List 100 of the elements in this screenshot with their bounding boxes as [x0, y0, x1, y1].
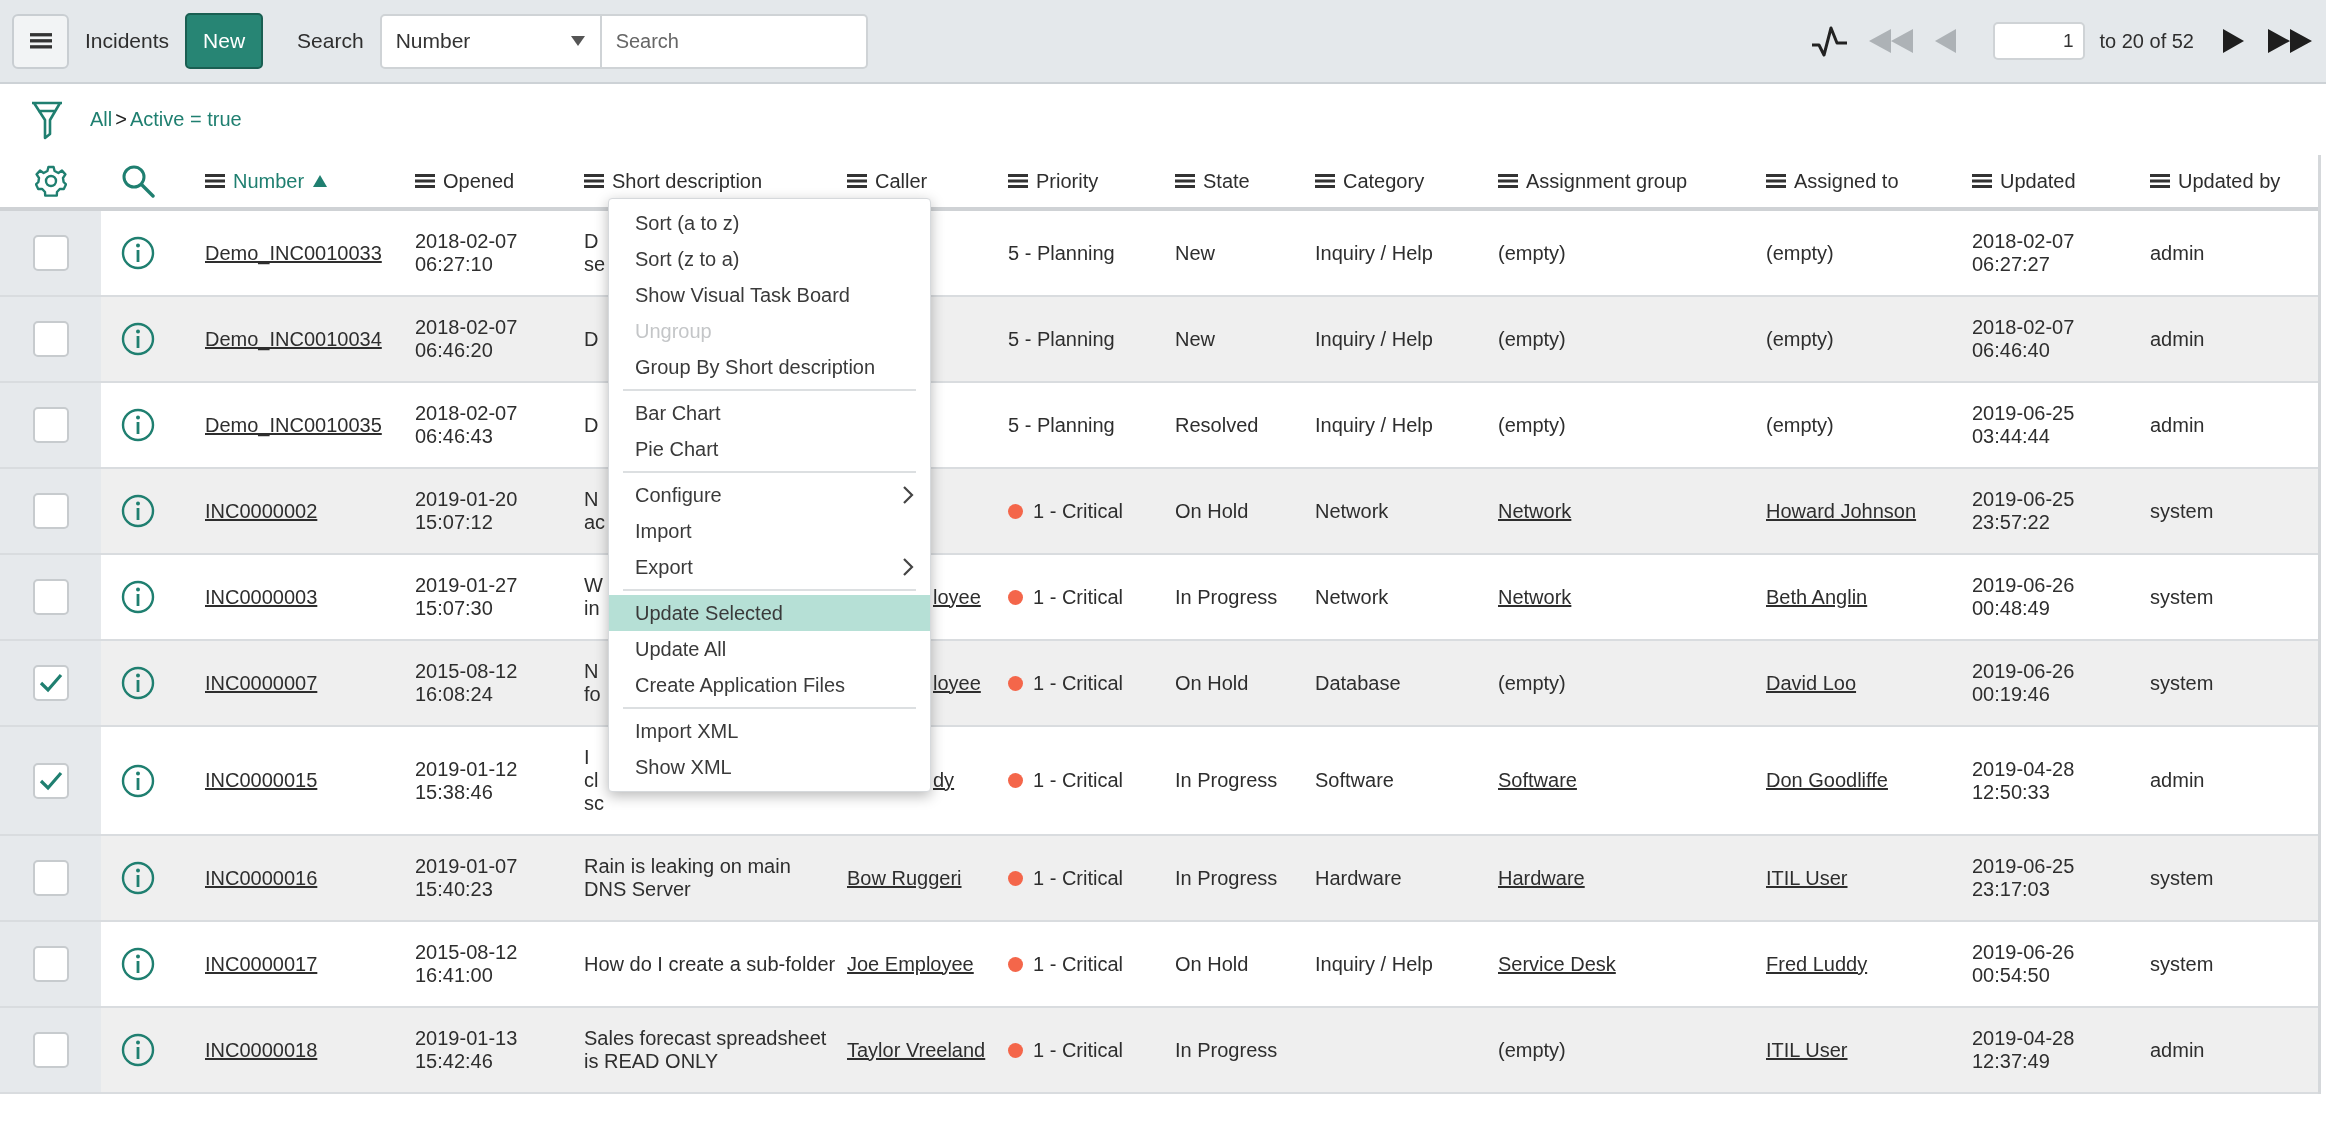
- column-menu-icon[interactable]: [1972, 173, 1992, 189]
- next-page-button[interactable]: [2222, 28, 2244, 54]
- menu-item[interactable]: Sort (a to z): [609, 205, 930, 241]
- caller-link[interactable]: Taylor Vreeland: [847, 1038, 986, 1061]
- menu-item[interactable]: Show XML: [609, 749, 930, 785]
- column-header[interactable]: Assignment group: [1498, 169, 1688, 193]
- row-checkbox[interactable]: [32, 860, 69, 896]
- caller-link[interactable]: loyee: [933, 585, 981, 608]
- menu-item[interactable]: Export: [609, 549, 930, 585]
- date-cell: 2019-06-26 00:19:46: [1972, 660, 2075, 705]
- row-checkbox[interactable]: [32, 235, 69, 271]
- info-icon[interactable]: [121, 763, 155, 798]
- page-field[interactable]: 1: [1993, 22, 2086, 60]
- column-menu-icon[interactable]: [205, 173, 225, 189]
- record-link[interactable]: INC0000007: [205, 671, 318, 694]
- column-menu-icon[interactable]: [2150, 173, 2170, 189]
- row-checkbox[interactable]: [32, 407, 69, 443]
- row-checkbox[interactable]: [32, 493, 69, 529]
- column-menu-icon[interactable]: [847, 173, 867, 189]
- caller-link[interactable]: dy: [933, 769, 955, 791]
- column-header[interactable]: Caller: [847, 169, 928, 193]
- menu-item[interactable]: Sort (z to a): [609, 241, 930, 277]
- column-menu-icon[interactable]: [584, 173, 604, 189]
- column-header[interactable]: Updated: [1972, 169, 2076, 193]
- column-header[interactable]: Opened: [415, 169, 515, 193]
- column-menu-icon[interactable]: [1766, 173, 1786, 189]
- column-menu-icon[interactable]: [1498, 173, 1518, 189]
- menu-item[interactable]: Bar Chart: [609, 395, 930, 431]
- assignee-link[interactable]: Howard Johnson: [1766, 499, 1917, 522]
- column-menu-icon[interactable]: [415, 173, 435, 189]
- breadcrumb-link[interactable]: All: [90, 108, 113, 131]
- record-link[interactable]: INC0000018: [205, 1038, 318, 1061]
- search-field[interactable]: Search: [601, 13, 868, 69]
- activity-icon[interactable]: [1811, 25, 1850, 57]
- record-link[interactable]: Demo_INC0010035: [205, 413, 382, 436]
- assignee-link[interactable]: ITIL User: [1766, 866, 1848, 889]
- group-link[interactable]: Network: [1498, 499, 1572, 522]
- assignee-link[interactable]: Don Goodliffe: [1766, 769, 1888, 791]
- record-link[interactable]: INC0000015: [205, 769, 318, 791]
- menu-item[interactable]: Group By Short description: [609, 349, 930, 385]
- column-menu-icon[interactable]: [1315, 173, 1335, 189]
- menu-item[interactable]: Configure: [609, 477, 930, 513]
- row-checkbox[interactable]: [32, 762, 69, 799]
- menu-button[interactable]: [12, 13, 69, 69]
- column-header[interactable]: Short description: [584, 169, 763, 193]
- info-icon[interactable]: [121, 494, 155, 528]
- column-menu-icon[interactable]: [1175, 173, 1195, 189]
- search-field-dropdown[interactable]: Number: [379, 13, 602, 69]
- info-icon[interactable]: [121, 408, 155, 442]
- group-link[interactable]: Network: [1498, 585, 1572, 608]
- column-header[interactable]: Updated by: [2150, 169, 2281, 193]
- menu-item[interactable]: Create Application Files: [609, 667, 930, 703]
- assignee-link[interactable]: Fred Luddy: [1766, 952, 1868, 975]
- assignee-link[interactable]: David Loo: [1766, 671, 1857, 694]
- column-header[interactable]: State: [1175, 169, 1250, 193]
- record-link[interactable]: INC0000002: [205, 499, 318, 522]
- caller-link[interactable]: Joe Employee: [847, 952, 974, 975]
- column-header[interactable]: Category: [1315, 169, 1425, 193]
- record-link[interactable]: INC0000003: [205, 585, 318, 608]
- last-page-button[interactable]: [2268, 28, 2314, 54]
- menu-item[interactable]: Import XML: [609, 713, 930, 749]
- column-header[interactable]: Priority: [1008, 169, 1099, 193]
- caller-link[interactable]: Bow Ruggeri: [847, 866, 962, 889]
- record-link[interactable]: INC0000016: [205, 866, 318, 889]
- record-link[interactable]: INC0000017: [205, 952, 318, 975]
- column-menu-icon[interactable]: [1008, 173, 1028, 189]
- group-link[interactable]: Software: [1498, 769, 1577, 791]
- new-button[interactable]: New: [185, 13, 264, 69]
- column-header[interactable]: Number: [205, 169, 329, 193]
- assignee-link[interactable]: Beth Anglin: [1766, 585, 1868, 608]
- column-header[interactable]: Assigned to: [1766, 169, 1899, 193]
- settings-icon[interactable]: [34, 165, 67, 197]
- record-link[interactable]: Demo_INC0010034: [205, 327, 382, 350]
- search-icon[interactable]: [121, 164, 155, 198]
- info-icon[interactable]: [121, 236, 155, 270]
- row-checkbox[interactable]: [32, 321, 69, 357]
- menu-item[interactable]: Import: [609, 513, 930, 549]
- menu-item[interactable]: Show Visual Task Board: [609, 277, 930, 313]
- filter-icon[interactable]: [30, 99, 64, 140]
- group-link[interactable]: Hardware: [1498, 866, 1585, 889]
- menu-item[interactable]: Update All: [609, 631, 930, 667]
- info-icon[interactable]: [121, 1033, 155, 1067]
- row-checkbox[interactable]: [32, 1032, 69, 1068]
- info-icon[interactable]: [121, 861, 155, 895]
- row-checkbox[interactable]: [32, 665, 69, 701]
- caller-link[interactable]: loyee: [933, 671, 981, 694]
- info-icon[interactable]: [121, 666, 155, 700]
- breadcrumb-link[interactable]: Active = true: [129, 108, 242, 131]
- group-link[interactable]: Service Desk: [1498, 952, 1616, 975]
- record-link[interactable]: Demo_INC0010033: [205, 241, 382, 264]
- info-icon[interactable]: [121, 322, 155, 356]
- user-cell: system: [2150, 866, 2214, 889]
- assignee-cell: (empty): [1766, 327, 1834, 350]
- assignee-link[interactable]: ITIL User: [1766, 1038, 1848, 1061]
- menu-item[interactable]: Pie Chart: [609, 431, 930, 467]
- info-icon[interactable]: [121, 580, 155, 614]
- row-checkbox[interactable]: [32, 579, 69, 615]
- info-icon[interactable]: [121, 947, 155, 981]
- menu-item[interactable]: Update Selected: [609, 595, 930, 631]
- row-checkbox[interactable]: [32, 946, 69, 982]
